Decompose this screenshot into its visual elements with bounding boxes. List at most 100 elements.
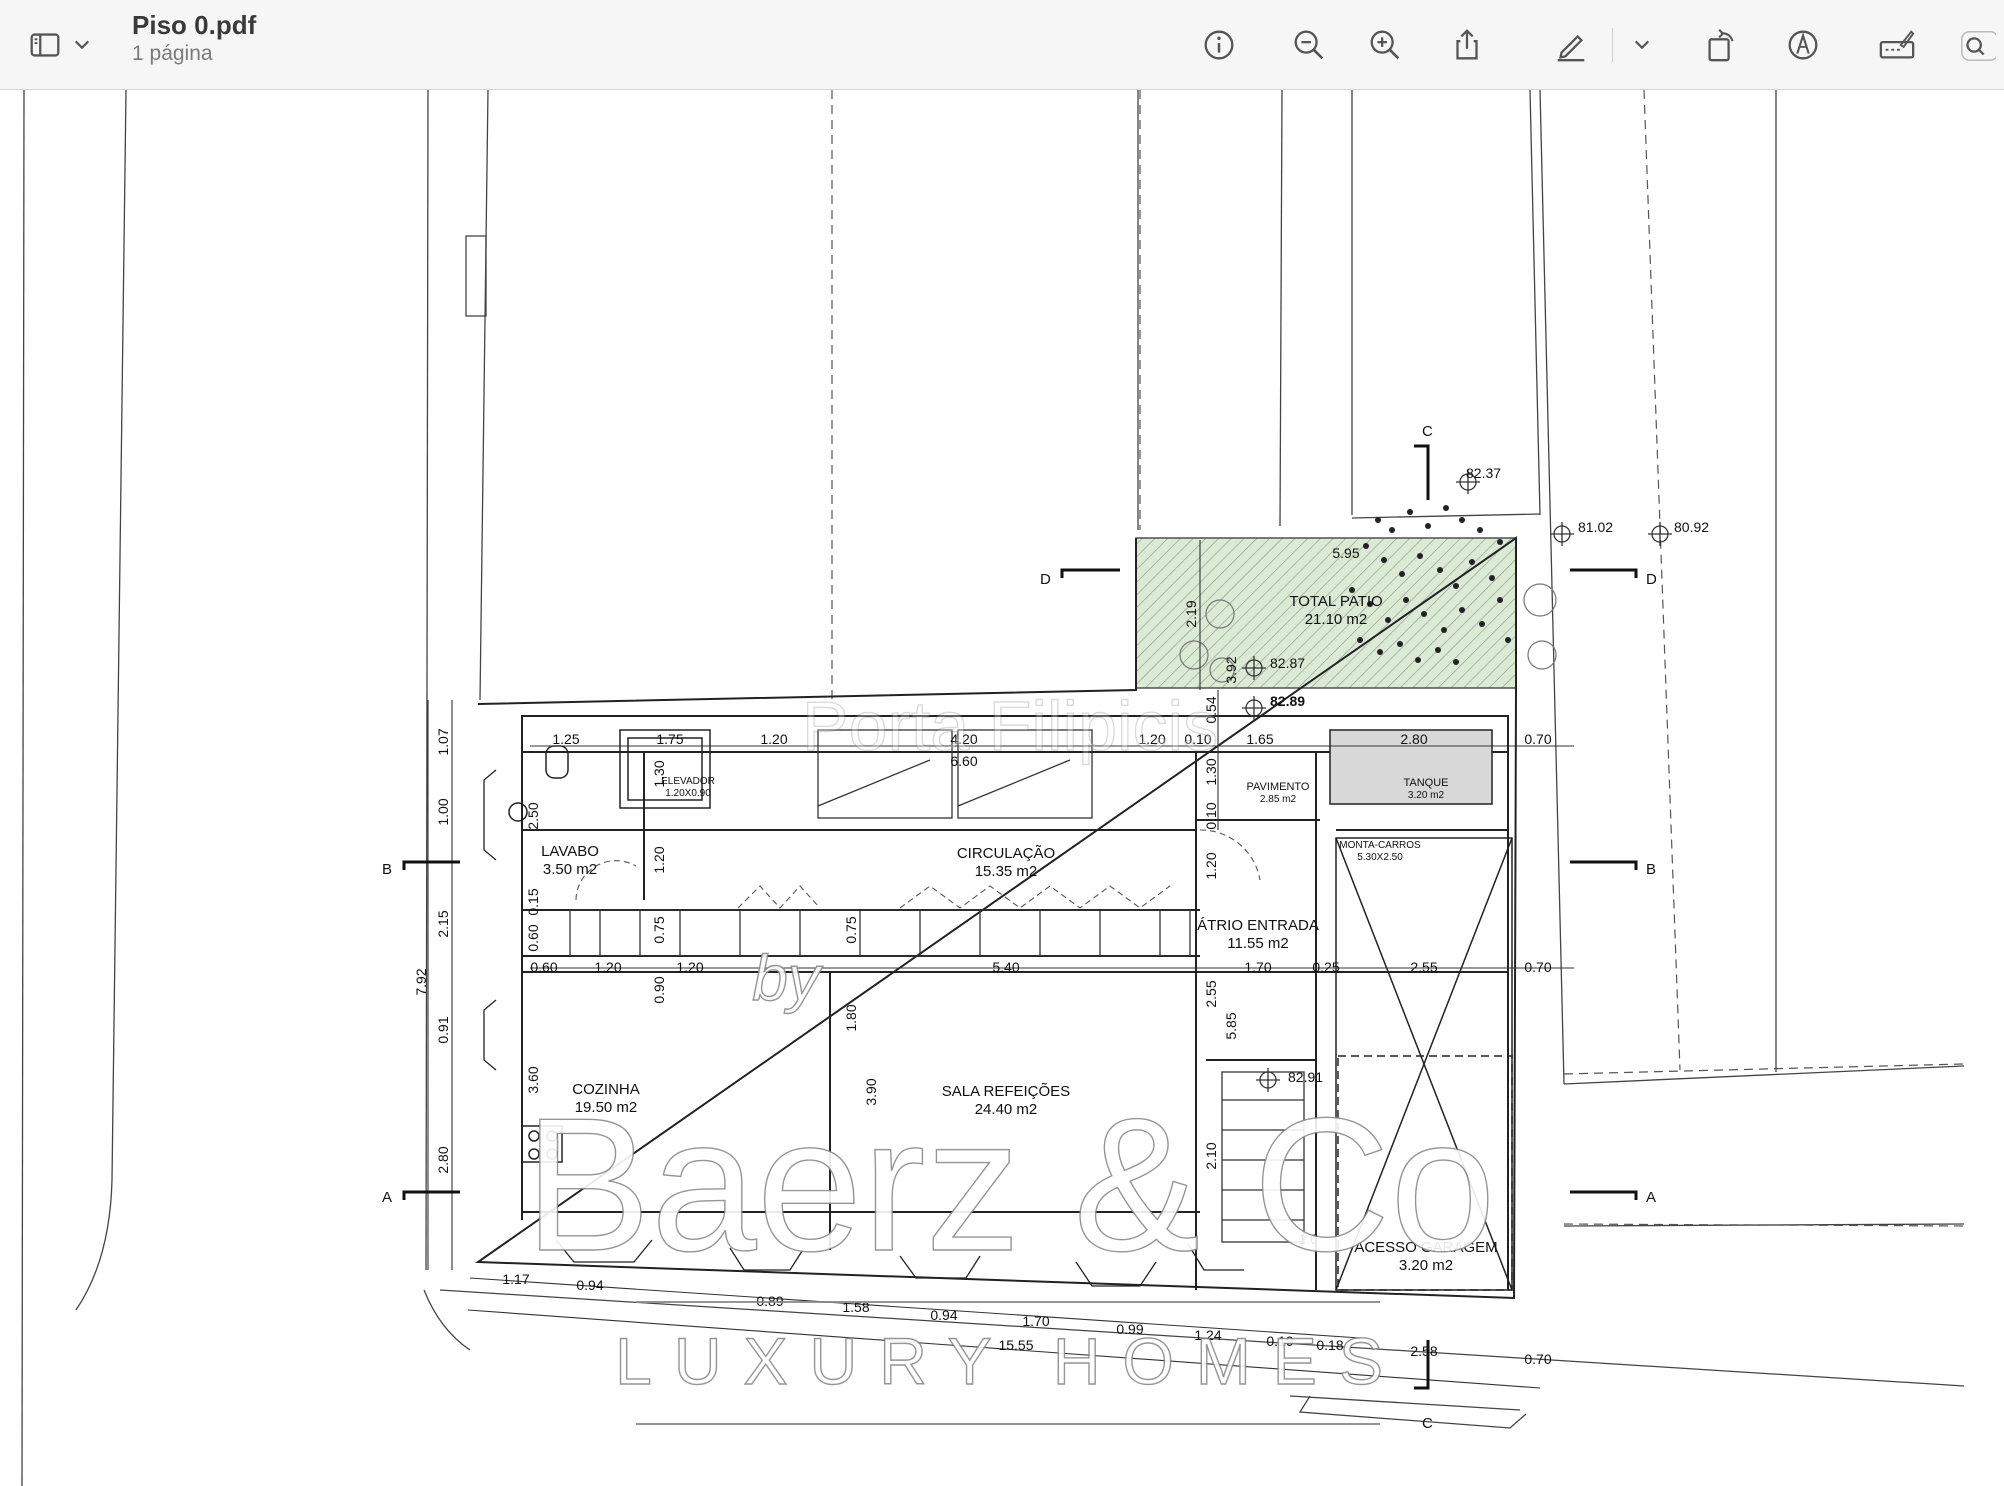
dim-left-1: 1.07 <box>435 728 451 755</box>
room-name-monta-carros: MONTA-CARROS <box>1339 840 1421 851</box>
room-name-patio: TOTAL PATIO <box>1289 593 1382 610</box>
dim-mid-7: 2.55 <box>1410 959 1437 975</box>
section-c-bottom: C <box>1422 1415 1433 1432</box>
sidebar-toggle-button[interactable] <box>18 18 72 72</box>
section-d-right: D <box>1646 571 1657 588</box>
annotate-button[interactable] <box>1776 18 1830 72</box>
dim-other-16: 1.80 <box>843 1004 859 1031</box>
dim-top-2: 1.75 <box>656 731 683 747</box>
room-name-elevador: ELEVADOR <box>661 776 715 787</box>
section-b-right: B <box>1646 861 1656 878</box>
markup-button[interactable] <box>1544 18 1598 72</box>
zoom-out-icon <box>1294 30 1324 60</box>
room-area-patio: 21.10 m2 <box>1305 611 1368 628</box>
section-b-left: B <box>382 861 392 878</box>
room-area-atrio: 11.55 m2 <box>1227 935 1288 952</box>
room-area-pavimento: 2.85 m2 <box>1260 794 1297 805</box>
dim-mid-1: 0.60 <box>530 959 557 975</box>
dim-top-9: 2.80 <box>1400 731 1427 747</box>
room-area-monta-carros: 5.30X2.50 <box>1357 852 1403 863</box>
chevron-down-icon <box>74 40 90 50</box>
level-80-92: 80.92 <box>1674 519 1709 535</box>
dim-other-1: 5.95 <box>1332 545 1359 561</box>
dim-top-8: 1.65 <box>1246 731 1273 747</box>
window-toolbar: Piso 0.pdf 1 página <box>0 0 2004 90</box>
watermark-by: by <box>752 942 824 1014</box>
room-name-lavabo: LAVABO <box>541 843 599 860</box>
page-count: 1 página <box>132 42 213 65</box>
dim-other-20: 5.85 <box>1223 1012 1239 1039</box>
doors <box>575 829 1261 909</box>
dim-mid-3: 1.20 <box>676 959 703 975</box>
zoom-in-button[interactable] <box>1358 18 1412 72</box>
dim-left-4: 7.92 <box>413 968 429 995</box>
watermark-brand: Baerz & Co <box>524 1079 1496 1291</box>
markup-pen-icon <box>1557 34 1585 62</box>
section-c-top: C <box>1422 423 1433 440</box>
zoom-out-button[interactable] <box>1282 18 1336 72</box>
annotate-icon <box>1788 30 1818 60</box>
dim-other-6: 2.50 <box>525 802 541 829</box>
signature-button[interactable] <box>1870 18 1924 72</box>
dim-left-5: 0.91 <box>435 1016 451 1043</box>
room-name-tanque: TANQUE <box>1403 777 1448 789</box>
section-a-right: A <box>1646 1189 1656 1206</box>
dim-mid-5: 1.70 <box>1244 959 1271 975</box>
level-82-37: 82.37 <box>1466 465 1501 481</box>
room-area-circulacao: 15.35 m2 <box>975 863 1038 880</box>
dim-left-3: 2.15 <box>435 910 451 937</box>
toolbar-separator <box>1612 28 1613 62</box>
dim-mid-6: 0.25 <box>1312 959 1339 975</box>
markup-options-button[interactable] <box>1630 18 1654 72</box>
dim-mid-4: 5.40 <box>992 959 1019 975</box>
dim-other-2: 2.19 <box>1183 600 1199 627</box>
zoom-in-icon <box>1370 30 1400 60</box>
section-a-left: A <box>382 1189 392 1206</box>
info-icon <box>1204 30 1234 60</box>
dim-bottom-12: 2.58 <box>1410 1343 1437 1359</box>
dim-other-5: 1.30 <box>651 760 667 787</box>
dim-left-6: 2.80 <box>435 1146 451 1173</box>
dim-other-10: 1.20 <box>1203 852 1219 879</box>
dim-bottom-5: 0.94 <box>930 1307 957 1323</box>
dim-mid-2: 1.20 <box>594 959 621 975</box>
dim-other-15: 0.90 <box>651 976 667 1003</box>
rotate-button[interactable] <box>1694 18 1748 72</box>
document-canvas[interactable]: TOTAL PATIO 21.10 m2 LAVABO 3.50 m2 ELEV… <box>0 90 2004 1486</box>
info-button[interactable] <box>1192 18 1246 72</box>
document-title: Piso 0.pdf <box>132 10 257 40</box>
dim-other-12: 0.15 <box>525 888 541 915</box>
chevron-down-icon <box>1634 40 1650 50</box>
dim-mid-8: 0.70 <box>1524 959 1551 975</box>
search-button[interactable] <box>1950 18 2004 72</box>
room-name-pavimento: PAVIMENTO <box>1247 781 1310 793</box>
dim-top-1: 1.25 <box>552 731 579 747</box>
search-icon <box>1961 30 1996 61</box>
dim-other-8: 1.20 <box>651 846 667 873</box>
level-82-89: 82.89 <box>1270 693 1305 709</box>
dim-other-14: 0.75 <box>843 916 859 943</box>
level-82-87: 82.87 <box>1270 655 1305 671</box>
room-name-circulacao: CIRCULAÇÃO <box>957 845 1055 862</box>
room-name-atrio: ÁTRIO ENTRADA <box>1197 917 1319 934</box>
floor-plan: TOTAL PATIO 21.10 m2 LAVABO 3.50 m2 ELEV… <box>21 90 1965 1486</box>
watermark-top: Porta Filipicis <box>802 687 1218 765</box>
room-area-elevador: 1.20X0.90 <box>665 788 711 799</box>
share-button[interactable] <box>1440 18 1494 72</box>
dimension-left-labels: 1.07 1.00 2.15 7.92 0.91 2.80 <box>413 728 451 1173</box>
dim-other-9: 0.10 <box>1203 802 1219 829</box>
dim-left-2: 1.00 <box>435 798 451 825</box>
room-area-lavabo: 3.50 m2 <box>543 861 597 878</box>
signature-icon <box>1879 30 1915 59</box>
rotate-icon <box>1708 29 1734 62</box>
sidebar-options-button[interactable] <box>70 18 94 72</box>
dim-other-13: 0.75 <box>651 916 667 943</box>
section-d-left: D <box>1040 571 1051 588</box>
room-area-tanque: 3.20 m2 <box>1408 790 1445 801</box>
dim-top-10: 0.70 <box>1524 731 1551 747</box>
share-icon <box>1456 29 1478 60</box>
dim-other-11: 0.60 <box>525 924 541 951</box>
watermark-tagline: LUXURY HOMES <box>615 1324 1405 1398</box>
sidebar-icon <box>30 33 60 57</box>
dim-other-19: 2.55 <box>1203 980 1219 1007</box>
